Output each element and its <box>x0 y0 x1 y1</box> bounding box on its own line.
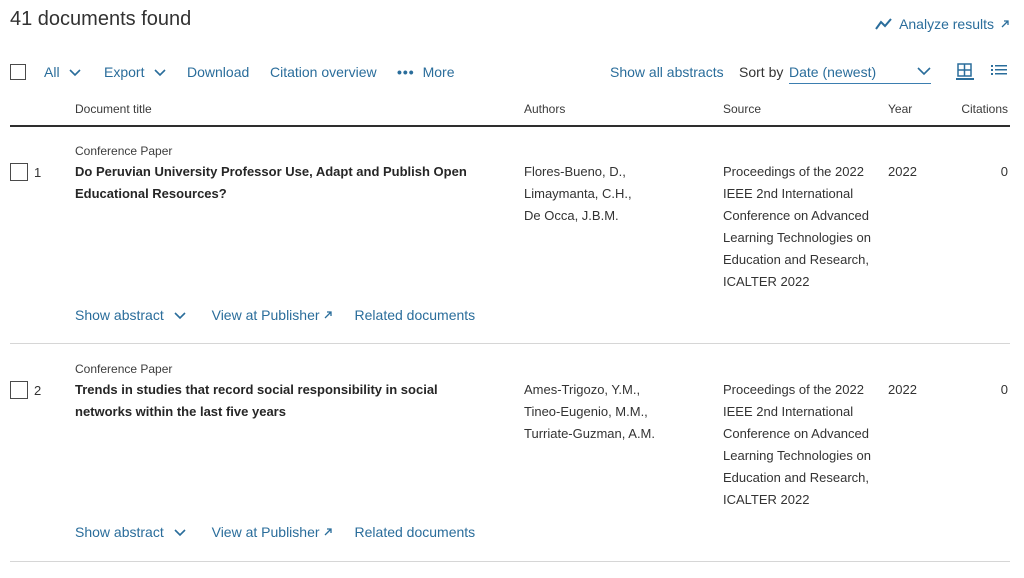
sort-select[interactable]: Date (newest) <box>789 63 931 84</box>
select-all-checkbox[interactable] <box>10 64 26 80</box>
citation-overview-button[interactable]: Citation overview <box>270 63 377 81</box>
row-index: 2 <box>34 382 42 398</box>
external-link-icon <box>324 528 332 536</box>
trend-chart-icon <box>875 17 893 31</box>
source-link[interactable]: Proceedings of the 2022 IEEE 2nd Interna… <box>723 379 883 511</box>
author-link[interactable]: Turriate-Guzman, A.M. <box>524 423 714 445</box>
more-button[interactable]: ••• More <box>397 63 455 81</box>
author-link[interactable]: Limaymanta, C.H., <box>524 183 714 205</box>
export-label: Export <box>104 64 145 80</box>
column-header-authors: Authors <box>524 102 566 116</box>
results-count-title: 41 documents found <box>10 8 192 30</box>
column-header-title: Document title <box>75 102 152 116</box>
sort-by-label: Sort by <box>739 64 784 80</box>
view-at-publisher-label: View at Publisher <box>211 307 320 323</box>
year-cell: 2022 <box>888 382 917 397</box>
chevron-down-icon <box>69 69 82 77</box>
related-documents-link[interactable]: Related documents <box>355 307 476 323</box>
chevron-down-icon <box>917 67 931 76</box>
authors-cell: Flores-Bueno, D., Limaymanta, C.H., De O… <box>524 161 714 227</box>
chevron-down-icon <box>154 69 166 77</box>
citations-cell: 0 <box>1000 164 1008 179</box>
select-all-label: All <box>44 64 60 80</box>
author-link[interactable]: Flores-Bueno, D., <box>524 161 714 183</box>
row-checkbox[interactable] <box>10 163 28 181</box>
source-link[interactable]: Proceedings of the 2022 IEEE 2nd Interna… <box>723 161 883 293</box>
external-link-icon <box>1000 19 1010 29</box>
header-divider <box>10 125 1010 127</box>
view-at-publisher-link[interactable]: View at Publisher <box>212 307 333 323</box>
year-cell: 2022 <box>888 164 917 179</box>
more-dots-icon: ••• <box>397 64 415 80</box>
author-link[interactable]: Tineo-Eugenio, M.M., <box>524 401 714 423</box>
document-type: Conference Paper <box>75 362 173 376</box>
author-link[interactable]: Ames-Trigozo, Y.M., <box>524 379 714 401</box>
view-at-publisher-link[interactable]: View at Publisher <box>212 524 333 540</box>
download-button[interactable]: Download <box>187 63 249 81</box>
row-checkbox[interactable] <box>10 381 28 399</box>
row-index: 1 <box>34 164 42 180</box>
row-divider <box>10 343 1010 344</box>
chevron-down-icon <box>174 312 186 320</box>
select-all-dropdown[interactable]: All <box>44 63 82 81</box>
export-dropdown[interactable]: Export <box>104 63 166 81</box>
column-header-citations: Citations <box>961 102 1008 116</box>
grid-view-icon <box>956 63 974 80</box>
show-abstract-label: Show abstract <box>75 524 164 540</box>
list-view-button[interactable] <box>991 63 1007 81</box>
row-divider <box>10 561 1010 562</box>
analyze-results-label: Analyze results <box>899 16 994 32</box>
related-documents-link[interactable]: Related documents <box>355 524 476 540</box>
chevron-down-icon <box>174 529 186 537</box>
column-header-year: Year <box>888 102 913 116</box>
results-toolbar: All Export Download Citation overview ••… <box>0 62 1024 84</box>
author-link[interactable]: De Occa, J.B.M. <box>524 205 714 227</box>
list-view-icon <box>991 65 1007 75</box>
external-link-icon <box>324 311 332 319</box>
show-abstract-button[interactable]: Show abstract <box>75 524 186 540</box>
document-title-link[interactable]: Trends in studies that record social res… <box>75 379 495 423</box>
citations-cell: 0 <box>1000 382 1008 397</box>
authors-cell: Ames-Trigozo, Y.M., Tineo-Eugenio, M.M.,… <box>524 379 714 445</box>
document-type: Conference Paper <box>75 144 173 158</box>
show-all-abstracts-button[interactable]: Show all abstracts <box>610 63 724 81</box>
sort-value: Date (newest) <box>789 64 877 80</box>
grid-view-button[interactable] <box>956 62 974 84</box>
more-label: More <box>422 64 455 80</box>
show-abstract-label: Show abstract <box>75 307 164 323</box>
analyze-results-link[interactable]: Analyze results <box>875 16 1010 32</box>
show-abstract-button[interactable]: Show abstract <box>75 307 186 323</box>
view-at-publisher-label: View at Publisher <box>211 524 320 540</box>
column-header-source: Source <box>723 102 762 116</box>
document-title-link[interactable]: Do Peruvian University Professor Use, Ad… <box>75 161 495 205</box>
